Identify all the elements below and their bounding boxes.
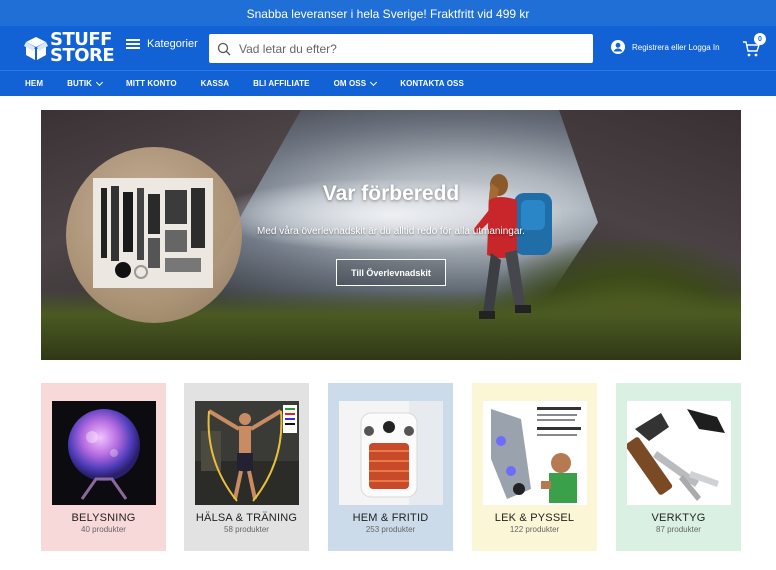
category-count: 40 produkter — [81, 525, 126, 534]
account-link[interactable]: Registrera eller Logga In — [611, 40, 720, 54]
chevron-down-icon — [95, 78, 104, 86]
category-count: 122 produkter — [509, 525, 560, 534]
cart-count-badge: 0 — [754, 33, 766, 45]
nav-item-om-oss[interactable]: OM OSS — [333, 78, 378, 88]
category-card-hem-fritid[interactable]: HEM & FRITID 253 produkter — [328, 383, 453, 551]
category-card-lek-pyssel[interactable]: LEK & PYSSEL 122 produkter — [472, 383, 597, 551]
categories-label: Kategorier — [147, 38, 198, 50]
main-nav: HEM BUTIK MITT KONTO KASSA BLI AFFILIATE… — [0, 70, 776, 96]
nav-label: MITT KONTO — [126, 79, 177, 88]
nav-item-kontakta-oss[interactable]: KONTAKTA OSS — [400, 79, 464, 88]
category-count: 58 produkter — [224, 525, 269, 534]
category-image-belysning — [52, 401, 156, 505]
category-name: HÄLSA & TRÄNING — [195, 512, 298, 524]
hero-subtitle: Med våra överlevnadskit är du alltid red… — [257, 226, 525, 237]
account-label: Registrera eller Logga In — [632, 42, 720, 52]
promo-bar: Snabba leveranser i hela Sverige! Fraktf… — [0, 0, 776, 26]
hero-title: Var förberedd — [322, 182, 460, 205]
search-icon[interactable] — [209, 34, 239, 63]
promo-text: Snabba leveranser i hela Sverige! Fraktf… — [246, 6, 530, 21]
search-bar — [209, 34, 593, 63]
categories-button[interactable]: Kategorier — [126, 38, 198, 50]
category-name: VERKTYG — [651, 512, 706, 524]
category-card-halsa-traning[interactable]: HÄLSA & TRÄNING 58 produkter — [184, 383, 309, 551]
nav-item-mitt-konto[interactable]: MITT KONTO — [126, 79, 177, 88]
category-count: 253 produkter — [365, 525, 416, 534]
nav-label: KONTAKTA OSS — [400, 79, 464, 88]
nav-label: BUTIK — [67, 79, 93, 88]
nav-label: KASSA — [200, 79, 230, 88]
box-logo-icon — [24, 33, 48, 63]
category-image-hem-fritid — [339, 401, 443, 505]
category-image-halsa-traning — [195, 401, 299, 505]
cart-button[interactable]: 0 — [742, 33, 766, 58]
category-name: BELYSNING — [71, 512, 136, 524]
hero-banner: Var förberedd Med våra överlevnadskit är… — [41, 110, 741, 360]
hero-cta-button[interactable]: Till Överlevnadskit — [336, 259, 446, 286]
nav-item-bli-affiliate[interactable]: BLI AFFILIATE — [253, 79, 309, 88]
category-card-belysning[interactable]: BELYSNING 40 produkter — [41, 383, 166, 551]
category-name: HEM & FRITID — [352, 512, 429, 524]
list-menu-icon — [126, 39, 140, 49]
nav-label: BLI AFFILIATE — [253, 79, 310, 88]
category-card-verktyg[interactable]: VERKTYG 87 produkter — [616, 383, 741, 551]
user-icon — [611, 40, 625, 54]
category-count: 87 produkter — [656, 525, 701, 534]
category-image-lek-pyssel — [483, 401, 587, 505]
category-image-verktyg — [627, 401, 731, 505]
nav-item-butik[interactable]: BUTIK — [67, 78, 104, 88]
site-header: STUFF STORE Kategorier Registrera eller … — [0, 26, 776, 70]
category-name: LEK & PYSSEL — [494, 512, 575, 524]
store-logo[interactable]: STUFF STORE — [24, 30, 120, 66]
logo-line-2: STORE — [50, 45, 115, 66]
logo-text: STUFF STORE — [50, 31, 115, 66]
category-grid: BELYSNING 40 produkter HÄLSA & TRÄNING 5… — [41, 383, 741, 551]
nav-item-hem[interactable]: HEM — [25, 79, 43, 88]
nav-label: HEM — [25, 79, 44, 88]
chevron-down-icon — [370, 78, 378, 86]
nav-label: OM OSS — [333, 79, 367, 88]
search-input[interactable] — [239, 41, 569, 56]
nav-item-kassa[interactable]: KASSA — [201, 79, 230, 88]
